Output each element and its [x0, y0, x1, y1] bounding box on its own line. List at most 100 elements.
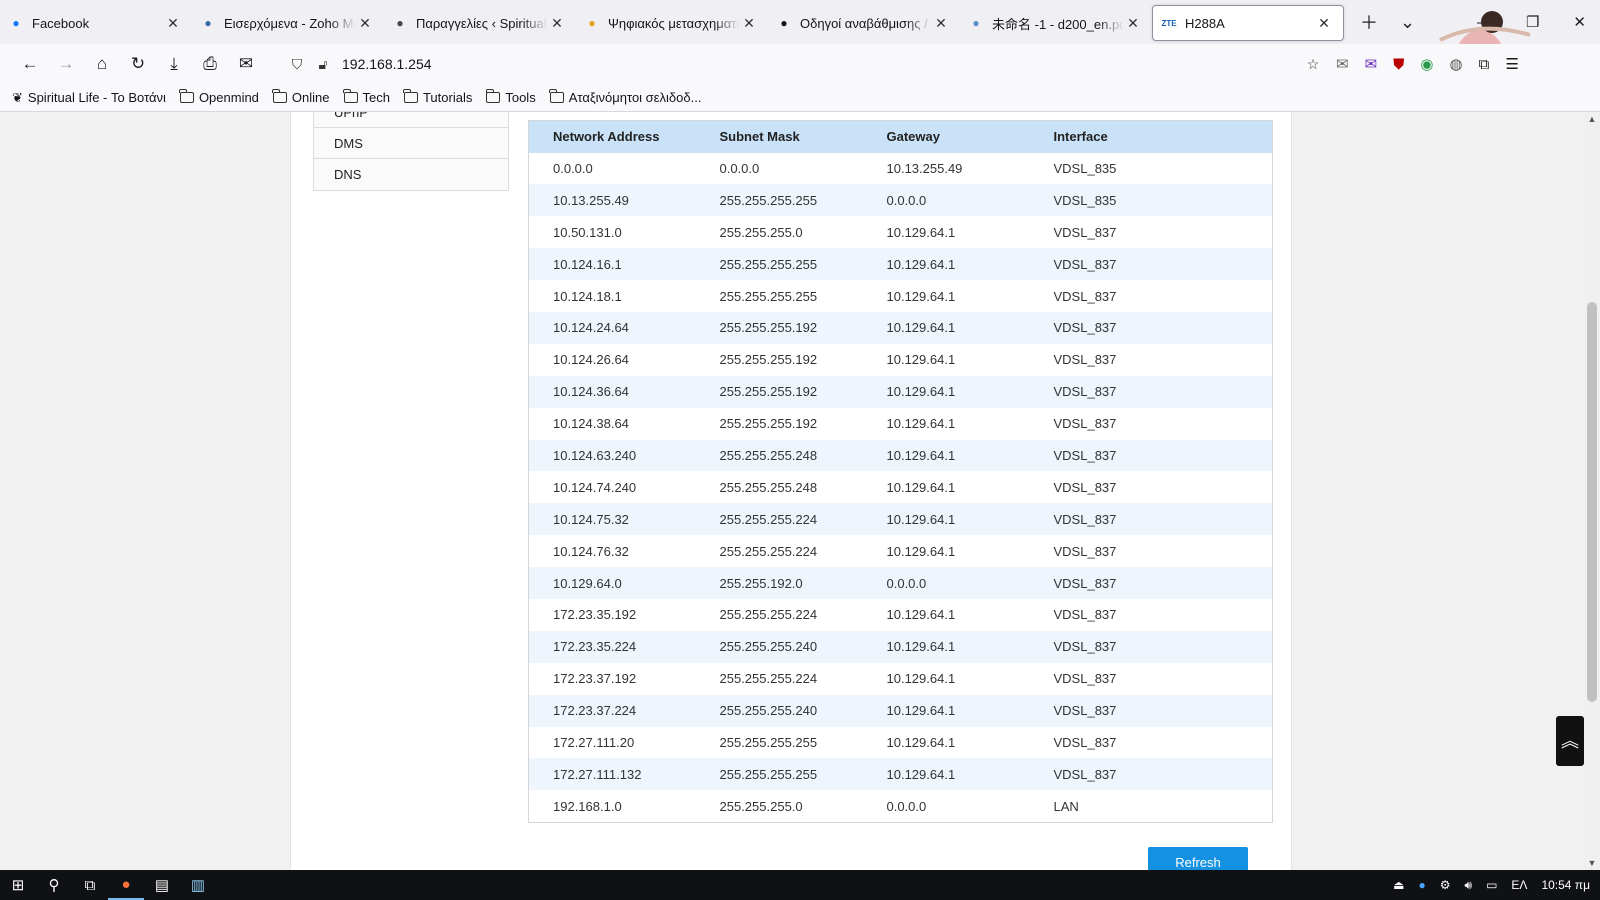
- refresh-button[interactable]: Refresh: [1148, 847, 1248, 870]
- table-cell: VDSL_835: [1029, 152, 1273, 185]
- download-icon[interactable]: ⤓: [156, 48, 192, 80]
- table-cell: VDSL_837: [1029, 630, 1273, 663]
- bookmark-item[interactable]: ❦ Spiritual Life - Το Βοτάνι: [12, 90, 166, 106]
- mail-extension-icon[interactable]: ✉: [1336, 55, 1349, 73]
- table-cell: 10.129.64.1: [862, 598, 1030, 631]
- ublock-shield-icon[interactable]: ⛊: [1393, 56, 1404, 73]
- table-cell: VDSL_837: [1029, 726, 1273, 759]
- scroll-up-arrow-icon[interactable]: ▲: [1584, 114, 1600, 124]
- table-cell: VDSL_837: [1029, 535, 1273, 568]
- table-cell: 255.255.255.224: [695, 662, 863, 695]
- reload-icon[interactable]: ↻: [120, 48, 156, 80]
- extension-green-icon[interactable]: ◉: [1420, 55, 1433, 73]
- scroll-to-top-button[interactable]: ︽: [1556, 716, 1584, 766]
- spiritual-life-icon: ●: [396, 16, 404, 30]
- list-all-tabs-button[interactable]: ⌄: [1400, 12, 1415, 33]
- hamburger-menu-icon[interactable]: ☰: [1505, 55, 1518, 73]
- bookmarks-toolbar: ❦ Spiritual Life - Το Βοτάνι Openmind Onlin…: [0, 84, 1600, 112]
- tab-actions: ＋ ⌄: [1360, 9, 1415, 35]
- scrollbar-thumb[interactable]: [1587, 302, 1597, 702]
- bookmark-item[interactable]: Tutorials: [403, 89, 472, 105]
- close-window-button[interactable]: ✕: [1573, 13, 1586, 31]
- close-tab-icon[interactable]: ✕: [932, 15, 950, 32]
- browser-tab[interactable]: ● Ψηφιακός μετασχηματισμός✕: [576, 5, 768, 41]
- extensions-area: ✉ ✉ ⛊ ◉ ◍ ⧉ ☰: [1336, 55, 1519, 74]
- document-app-icon[interactable]: ▥: [180, 870, 216, 900]
- app-tray-blue-icon[interactable]: ●: [1418, 878, 1425, 892]
- firefox-icon[interactable]: ●: [108, 870, 144, 900]
- extensions-puzzle-icon[interactable]: ⧉: [1479, 56, 1490, 73]
- clock[interactable]: 10:54 πμ: [1541, 878, 1590, 892]
- scroll-down-arrow-icon[interactable]: ▼: [1584, 858, 1600, 868]
- close-tab-icon[interactable]: ✕: [164, 15, 182, 32]
- extension-globe-icon[interactable]: ◍: [1450, 55, 1463, 73]
- browser-tab[interactable]: ZTE H288A ✕: [1152, 5, 1344, 41]
- task-view-icon[interactable]: ⧉: [72, 870, 108, 900]
- close-tab-icon[interactable]: ✕: [740, 15, 758, 32]
- restore-button[interactable]: ❐: [1526, 13, 1539, 31]
- bookmark-item[interactable]: Αταξινόμητοι σελιδοδ...: [549, 89, 701, 105]
- bookmark-star-icon[interactable]: ☆: [1300, 56, 1326, 73]
- side-menu-item-dns[interactable]: DNS: [314, 159, 508, 190]
- close-tab-icon[interactable]: ✕: [548, 15, 566, 32]
- tab-title: Οδηγοί αναβάθμισης / δι: [800, 15, 932, 31]
- search-icon[interactable]: ⚲: [36, 870, 72, 900]
- close-tab-icon[interactable]: ✕: [356, 15, 374, 32]
- table-cell: 10.129.64.1: [862, 407, 1030, 440]
- url-text[interactable]: 192.168.1.254: [342, 56, 432, 72]
- table-cell: VDSL_837: [1029, 343, 1273, 376]
- table-row: 172.23.35.192 255.255.255.224 10.129.64.1 V…: [528, 598, 1273, 631]
- volume-icon[interactable]: 🔊︎: [1465, 878, 1473, 893]
- page-viewport: UPnP DMS DNS Network Address Subnet Mask G…: [0, 112, 1584, 870]
- print-icon[interactable]: ⎙: [192, 48, 228, 80]
- language-indicator[interactable]: ΕΛ: [1511, 878, 1527, 892]
- forward-arrow-icon[interactable]: →: [48, 48, 84, 80]
- insecure-lock-icon[interactable]: 🔓︎: [310, 56, 336, 73]
- table-cell: 10.124.38.64: [528, 407, 696, 440]
- notepad-app-icon[interactable]: ▤: [144, 870, 180, 900]
- browser-tab[interactable]: ● Εισερχόμενα - Zoho Mail ✕: [192, 5, 384, 41]
- bookmark-item[interactable]: Openmind: [179, 89, 259, 105]
- table-row: 10.124.38.64 255.255.255.192 10.129.64.1 VD…: [528, 407, 1273, 440]
- mail-icon[interactable]: ✉: [228, 48, 264, 80]
- table-cell: 0.0.0.0: [862, 184, 1030, 217]
- windows-start-icon[interactable]: ⊞: [0, 870, 36, 900]
- table-cell: 10.124.24.64: [528, 311, 696, 344]
- tab-title: Ψηφιακός μετασχηματισμός: [608, 15, 740, 31]
- table-cell: 172.23.35.192: [528, 598, 696, 631]
- table-cell: 10.124.16.1: [528, 248, 696, 281]
- tracking-protection-shield-icon[interactable]: ⛉: [284, 56, 310, 73]
- home-icon[interactable]: ⌂: [84, 48, 120, 80]
- table-cell: 0.0.0.0: [695, 152, 863, 185]
- bookmark-item[interactable]: Online: [272, 89, 330, 105]
- bookmark-item[interactable]: Tools: [485, 89, 536, 105]
- side-menu-item-upnp[interactable]: UPnP: [314, 112, 508, 128]
- display-icon[interactable]: ▭: [1486, 878, 1497, 892]
- bookmark-item[interactable]: Tech: [343, 89, 390, 105]
- close-tab-icon[interactable]: ✕: [1315, 15, 1333, 32]
- table-cell: VDSL_837: [1029, 375, 1273, 408]
- column-header: Network Address: [528, 120, 696, 153]
- browser-tab[interactable]: ● Οδηγοί αναβάθμισης / δι ✕: [768, 5, 960, 41]
- mail-extension-purple-icon[interactable]: ✉: [1365, 55, 1378, 73]
- table-cell: 255.255.255.255: [695, 248, 863, 281]
- tab-title: H288A: [1185, 15, 1225, 31]
- address-bar[interactable]: ⛉ 🔓︎ 192.168.1.254 ☆: [276, 48, 1326, 80]
- table-cell: 10.129.64.1: [862, 439, 1030, 472]
- tab-title: Εισερχόμενα - Zoho Mail: [224, 15, 356, 31]
- browser-tab[interactable]: ● Παραγγελίες ‹ Spiritual Life✕: [384, 5, 576, 41]
- minimize-button[interactable]: —: [1477, 14, 1492, 31]
- table-cell: 10.124.76.32: [528, 535, 696, 568]
- close-tab-icon[interactable]: ✕: [1124, 15, 1142, 32]
- tab-strip: ● Facebook ✕ ● Εισερχόμενα - Zoho Mail ✕ ● Παρα…: [0, 0, 1600, 44]
- usb-icon[interactable]: ⏏: [1393, 878, 1404, 892]
- table-cell: VDSL_837: [1029, 694, 1273, 727]
- vertical-scrollbar[interactable]: ▲ ▼: [1584, 112, 1600, 870]
- browser-tab[interactable]: ● Facebook ✕: [0, 5, 192, 41]
- browser-tab[interactable]: ● 未命名 -1 - d200_en.pdf ✕: [960, 5, 1152, 41]
- side-menu-item-dms[interactable]: DMS: [314, 128, 508, 159]
- back-arrow-icon[interactable]: ←: [12, 48, 48, 80]
- network-tray-icon[interactable]: ⚙: [1440, 878, 1451, 892]
- table-row: 10.124.75.32 255.255.255.224 10.129.64.1 VD…: [528, 503, 1273, 536]
- new-tab-button[interactable]: ＋: [1360, 9, 1378, 35]
